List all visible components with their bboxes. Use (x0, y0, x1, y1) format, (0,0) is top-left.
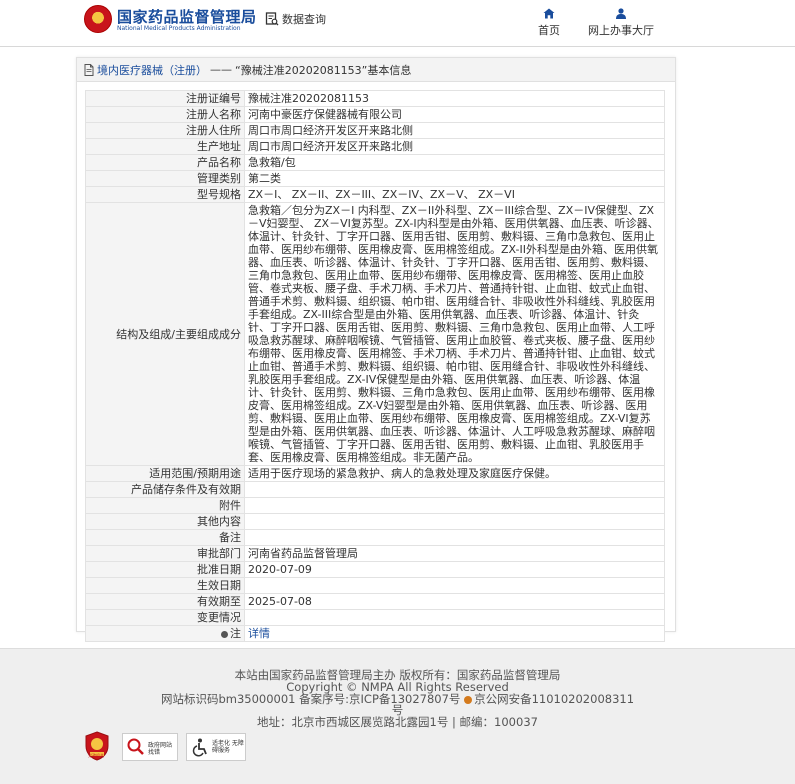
field-value (244, 481, 665, 498)
field-label: 结构及组成/主要组成成分 (85, 202, 245, 466)
party-gov-badge-icon[interactable]: 党政机关 (84, 731, 110, 761)
field-label: 产品储存条件及有效期 (85, 481, 245, 498)
field-label: 型号规格 (85, 186, 245, 203)
breadcrumb-separator: —— (210, 63, 232, 76)
field-value: 河南省药品监督管理局 (244, 545, 665, 562)
field-value: 急救箱／包分为ZX－I 内科型、ZX－II外科型、ZX－III综合型、ZX－IV… (244, 202, 665, 466)
site-name-en: National Medical Products Administration (117, 25, 241, 32)
field-label: 附件 (85, 497, 245, 514)
breadcrumb-category[interactable]: 境内医疗器械（注册） (97, 62, 207, 78)
field-value: 周口市周口经济开发区开来路北侧 (244, 138, 665, 155)
note-label-cell: 注 (85, 625, 245, 642)
field-value: 2020-07-09 (244, 561, 665, 578)
field-label: 生效日期 (85, 577, 245, 594)
nav-online-hall-label: 网上办事大厅 (588, 24, 654, 37)
table-row: 审批部门 河南省药品监督管理局 (85, 545, 665, 562)
field-value (244, 529, 665, 546)
field-label: 生产地址 (85, 138, 245, 155)
table-row: 适用范围/预期用途 适用于医疗现场的紧急救护、病人的急救处理及家庭医疗保健。 (85, 465, 665, 482)
table-row: 型号规格 ZX－I、 ZX－II、ZX－III、ZX－IV、ZX－V、 ZX－VI (85, 186, 665, 203)
field-value: 豫械注准20202081153 (244, 90, 665, 107)
note-value-cell: 详情 (244, 625, 665, 642)
field-value: 河南中豪医疗保健器械有限公司 (244, 106, 665, 123)
field-value: 急救箱/包 (244, 154, 665, 171)
site-name[interactable]: 国家药品监督管理局 (117, 6, 257, 27)
field-label: 备注 (85, 529, 245, 546)
accessibility-badge-text: 适老化 无障碍服务 (212, 740, 244, 754)
party-gov-badge-text: 党政机关 (88, 753, 104, 758)
table-row: 备注 (85, 529, 665, 546)
table-row: 批准日期 2020-07-09 (85, 561, 665, 578)
field-label: 其他内容 (85, 513, 245, 530)
field-value: 第二类 (244, 170, 665, 187)
bulb-icon (221, 630, 228, 638)
site-footer: 本站由国家药品监督管理局主办 版权所有：国家药品监督管理局 Copyright … (0, 648, 795, 784)
registration-info-table: 注册证编号 豫械注准20202081153 注册人名称 河南中豪医疗保健器械有限公司注… (85, 90, 665, 642)
detail-link[interactable]: 详情 (248, 627, 270, 640)
breadcrumb-record-title: “豫械注准20202081153”基本信息 (235, 63, 412, 77)
data-query-label: 数据查询 (282, 13, 326, 26)
table-row: 产品储存条件及有效期 (85, 481, 665, 498)
table-row: 其他内容 (85, 513, 665, 530)
field-label: 有效期至 (85, 593, 245, 610)
accessibility-badge-icon (192, 738, 207, 757)
field-value: ZX－I、 ZX－II、ZX－III、ZX－IV、ZX－V、 ZX－VI (244, 186, 665, 203)
field-label: 变更情况 (85, 609, 245, 626)
error-report-badge-text: 政府网站 找错 (148, 742, 173, 756)
field-label: 批准日期 (85, 561, 245, 578)
table-row: 变更情况 (85, 609, 665, 626)
national-emblem-icon (84, 5, 112, 33)
field-label: 管理类别 (85, 170, 245, 187)
field-value (244, 577, 665, 594)
nav-online-hall[interactable]: 网上办事大厅 (584, 8, 658, 38)
police-badge-icon (464, 695, 473, 704)
document-icon (84, 63, 94, 76)
error-report-badge[interactable]: 政府网站 找错 (122, 733, 178, 761)
breadcrumb: 境内医疗器械（注册） —— “豫械注准20202081153”基本信息 (77, 58, 675, 82)
footer-address: 地址：北京市西城区展览路北露园1号 | 邮编：100037 (257, 715, 538, 729)
field-label: 注册人名称 (85, 106, 245, 123)
record-panel: 境内医疗器械（注册） —— “豫械注准20202081153”基本信息 注册证编… (76, 57, 676, 642)
field-value (244, 513, 665, 530)
field-label: 产品名称 (85, 154, 245, 171)
search-document-icon (265, 12, 279, 26)
table-row: 注册人名称 河南中豪医疗保健器械有限公司 (85, 106, 665, 123)
field-value: 2025-07-08 (244, 593, 665, 610)
table-row: 管理类别 第二类 (85, 170, 665, 187)
table-row: 注册人住所 周口市周口经济开发区开来路北侧 (85, 122, 665, 139)
table-row: 生效日期 (85, 577, 665, 594)
table-row: 结构及组成/主要组成成分 急救箱／包分为ZX－I 内科型、ZX－II外科型、ZX－… (85, 202, 665, 466)
data-query-link[interactable]: 数据查询 (265, 10, 326, 28)
error-report-badge-icon (127, 738, 144, 755)
table-row: 产品名称 急救箱/包 (85, 154, 665, 171)
field-label: 注册证编号 (85, 90, 245, 107)
table-row: 附件 (85, 497, 665, 514)
site-header: 国家药品监督管理局 National Medical Products Admi… (0, 0, 795, 47)
field-value: 周口市周口经济开发区开来路北侧 (244, 122, 665, 139)
field-label: 适用范围/预期用途 (85, 465, 245, 482)
table-row: 生产地址 周口市周口经济开发区开来路北侧 (85, 138, 665, 155)
accessibility-badge[interactable]: 适老化 无障碍服务 (186, 733, 246, 761)
nav-home[interactable]: 首页 (536, 8, 562, 38)
field-value (244, 497, 665, 514)
nav-home-label: 首页 (538, 24, 560, 37)
note-row: 注详情 (85, 625, 665, 642)
field-label: 审批部门 (85, 545, 245, 562)
note-label: 注 (230, 627, 241, 640)
field-value (244, 609, 665, 626)
field-label: 注册人住所 (85, 122, 245, 139)
table-row: 注册证编号 豫械注准20202081153 (85, 90, 665, 107)
home-icon (543, 8, 555, 19)
table-row: 有效期至 2025-07-08 (85, 593, 665, 610)
field-value: 适用于医疗现场的紧急救护、病人的急救处理及家庭医疗保健。 (244, 465, 665, 482)
user-icon (616, 8, 626, 19)
